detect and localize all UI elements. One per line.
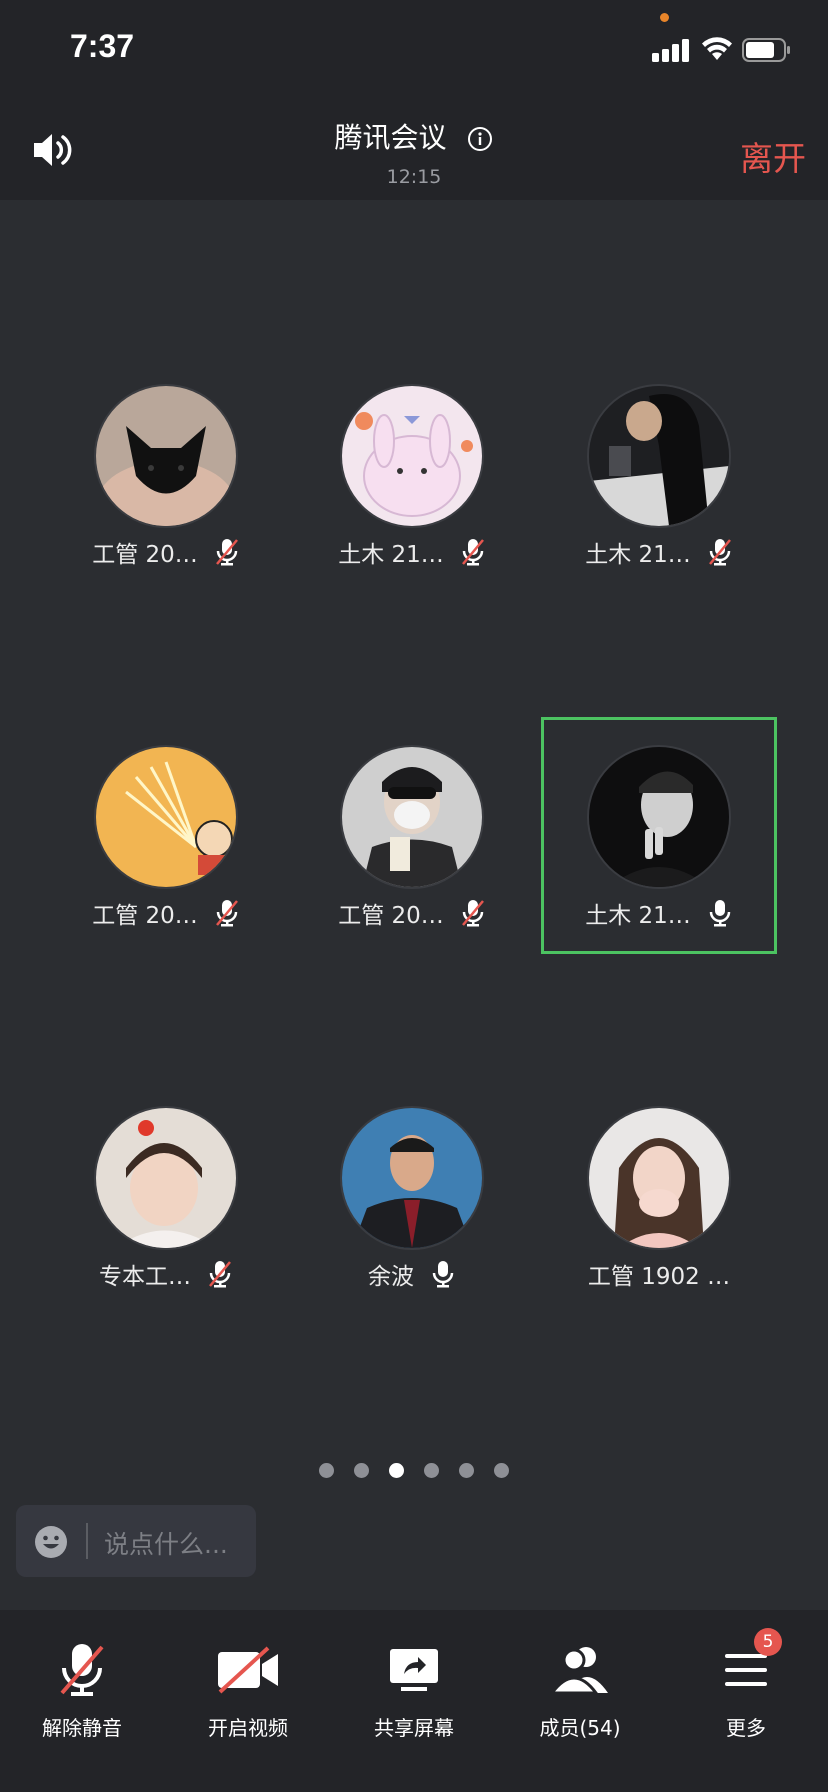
avatar [340, 384, 484, 528]
page-indicator[interactable] [0, 1463, 828, 1478]
cellular-signal-icon [652, 38, 692, 62]
notification-badge: 5 [754, 1628, 782, 1656]
chat-placeholder: 说点什么... [104, 1530, 228, 1559]
participant-name: 土木 21… [585, 542, 691, 568]
unmute-label: 解除静音 [42, 1716, 122, 1740]
participant-name: 工管 20… [92, 542, 198, 568]
participant-tile[interactable]: 工管 20… [294, 745, 530, 931]
avatar [587, 1106, 731, 1250]
avatar [94, 1106, 238, 1250]
start-video-button[interactable]: 开启视频 [178, 1638, 318, 1741]
participant-tile[interactable]: 土木 21… [541, 384, 777, 570]
participant-tile-active[interactable]: 土木 21… [541, 745, 777, 931]
unmute-button[interactable]: 解除静音 [12, 1638, 152, 1741]
avatar [587, 384, 731, 528]
share-screen-label: 共享屏幕 [374, 1716, 454, 1740]
participant-name: 土木 21… [585, 903, 691, 929]
avatar [340, 745, 484, 889]
mic-on-icon [709, 900, 731, 927]
battery-icon [742, 38, 790, 62]
page-dot[interactable] [459, 1463, 474, 1478]
mic-muted-icon [209, 1261, 231, 1288]
members-label: 成员(54) [539, 1716, 621, 1740]
share-screen-icon [390, 1649, 438, 1691]
info-icon[interactable] [467, 126, 493, 152]
mic-muted-icon [60, 1644, 104, 1696]
meeting-elapsed-time: 12:15 [386, 166, 442, 188]
avatar [94, 745, 238, 889]
mic-muted-icon [215, 539, 238, 566]
participant-tile[interactable]: 工管 1902 … [541, 1106, 777, 1292]
more-button[interactable]: 5 更多 [676, 1628, 816, 1741]
status-time: 7:37 [70, 28, 135, 64]
mic-muted-icon [461, 539, 484, 566]
wifi-icon [702, 37, 732, 60]
divider [86, 1523, 88, 1559]
meeting-title[interactable]: 腾讯会议 [0, 116, 828, 156]
members-icon [550, 1647, 608, 1695]
avatar [94, 384, 238, 528]
avatar [340, 1106, 484, 1250]
participant-name: 工管 20… [92, 903, 198, 929]
participant-tile[interactable]: 工管 20… [48, 384, 284, 570]
participant-tile[interactable]: 专本工… [48, 1106, 284, 1292]
page-dot-active[interactable] [389, 1463, 404, 1478]
share-screen-button[interactable]: 共享屏幕 [344, 1638, 484, 1741]
page-dot[interactable] [319, 1463, 334, 1478]
page-dot[interactable] [354, 1463, 369, 1478]
participant-name: 余波 [368, 1264, 414, 1290]
participant-name: 工管 20… [338, 903, 444, 929]
participant-name: 土木 21… [338, 542, 444, 568]
mic-muted-icon [708, 539, 731, 566]
privacy-indicator-dot [660, 13, 669, 22]
participant-tile[interactable]: 余波 [294, 1106, 530, 1292]
more-label: 更多 [726, 1716, 766, 1740]
video-off-icon [218, 1646, 278, 1694]
avatar [587, 745, 731, 889]
page-dot[interactable] [494, 1463, 509, 1478]
participant-name: 工管 1902 … [587, 1264, 731, 1290]
page-dot[interactable] [424, 1463, 439, 1478]
bottom-toolbar: 解除静音 开启视频 共享屏幕 成员(54) 5 更多 [0, 1610, 828, 1792]
meeting-title-text: 腾讯会议 [334, 121, 447, 154]
mic-muted-icon [461, 900, 484, 927]
mic-on-icon [432, 1261, 454, 1288]
start-video-label: 开启视频 [208, 1716, 288, 1740]
participant-tile[interactable]: 土木 21… [294, 384, 530, 570]
participant-tile[interactable]: 工管 20… [48, 745, 284, 931]
participant-name: 专本工… [99, 1264, 191, 1290]
chat-input[interactable]: 说点什么... [16, 1505, 256, 1577]
menu-icon [725, 1654, 767, 1686]
mic-muted-icon [215, 900, 238, 927]
members-button[interactable]: 成员(54) [510, 1638, 650, 1741]
emoji-icon[interactable] [34, 1525, 68, 1559]
leave-button[interactable]: 离开 [740, 132, 806, 180]
